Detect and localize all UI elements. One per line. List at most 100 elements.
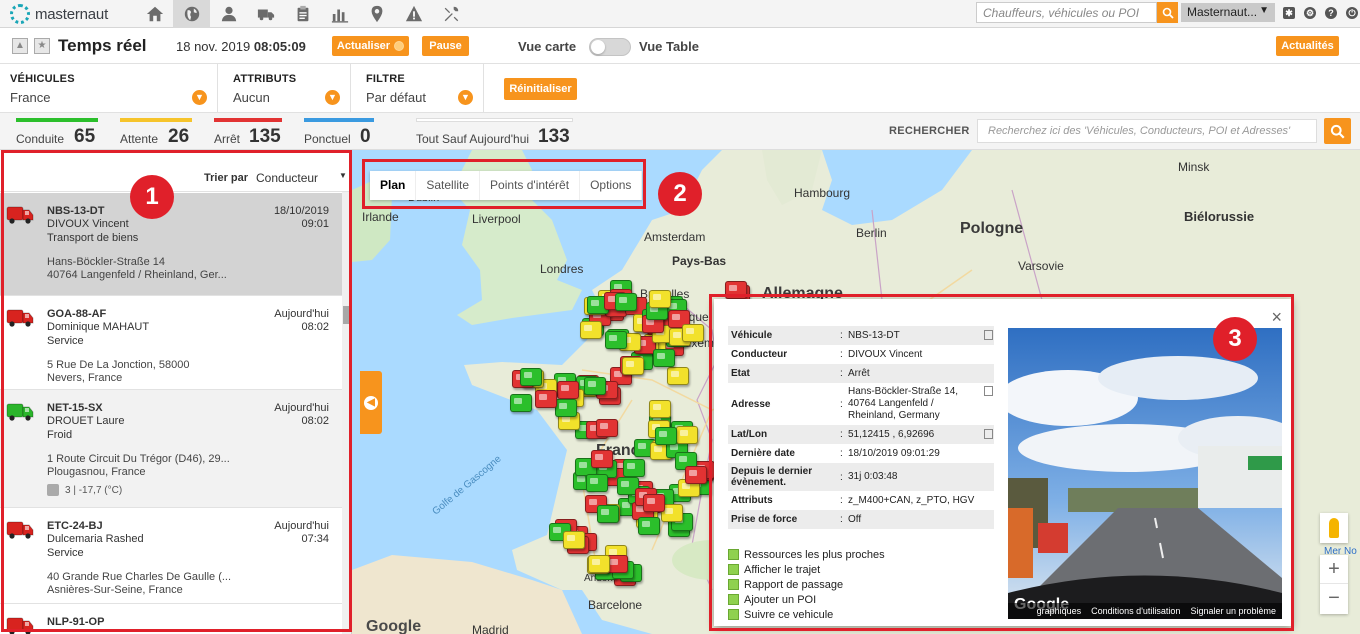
home-icon[interactable] xyxy=(136,0,173,28)
vehicle-marker[interactable] xyxy=(509,394,532,413)
refresh-button[interactable]: Actualiser xyxy=(332,36,409,56)
vehicle-marker[interactable] xyxy=(623,459,646,478)
vehicle-marker[interactable] xyxy=(652,348,675,367)
map-label: Berlin xyxy=(856,226,887,240)
puzzle-icon[interactable]: ✱ xyxy=(1283,7,1295,19)
news-button[interactable]: Actualités xyxy=(1276,36,1339,56)
vehicles-filter-label: VÉHICULES xyxy=(10,73,75,85)
reset-button[interactable]: Réinitialiser xyxy=(504,78,577,100)
status-all-except-today[interactable]: Tout Sauf Aujourd'hui 133 xyxy=(416,118,573,147)
map-label: Pays-Bas xyxy=(672,254,727,268)
vehicle-marker[interactable] xyxy=(675,426,698,445)
map-pin-icon[interactable] xyxy=(358,0,395,28)
page-time: 08:05:09 xyxy=(253,39,306,54)
truck-icon[interactable] xyxy=(247,0,284,28)
status-driving[interactable]: Conduite 65 xyxy=(16,118,98,147)
search-input[interactable]: Recherchez ici des 'Véhicules, Conducteu… xyxy=(977,119,1317,143)
page-title: Temps réel xyxy=(58,36,147,55)
status-driving-count: 65 xyxy=(74,126,96,147)
globe-icon[interactable] xyxy=(173,0,210,28)
collapse-list-button[interactable]: ◀ xyxy=(360,371,382,434)
vehicles-filter-value: France xyxy=(10,90,51,105)
vehicle-marker[interactable] xyxy=(606,555,629,574)
search-icon xyxy=(1330,124,1345,139)
status-waiting-label: Attente xyxy=(120,132,159,146)
status-driving-label: Conduite xyxy=(16,132,65,146)
vehicle-marker[interactable] xyxy=(649,399,672,418)
chevron-down-icon: ▼ xyxy=(192,90,207,105)
google-watermark: Google xyxy=(366,618,422,634)
map-label: Londres xyxy=(540,262,584,276)
vehicle-marker[interactable] xyxy=(534,389,557,408)
vehicle-marker[interactable] xyxy=(637,517,660,536)
vehicle-marker[interactable] xyxy=(595,419,618,438)
vehicle-marker[interactable] xyxy=(654,427,677,446)
status-stopped-bar xyxy=(214,118,282,122)
global-search-input[interactable]: Chauffeurs, véhicules ou POI xyxy=(976,2,1157,23)
vehicle-marker[interactable] xyxy=(615,292,638,311)
help-icon[interactable]: ? xyxy=(1325,7,1337,19)
zoom-out-button[interactable]: − xyxy=(1320,584,1348,613)
attributes-filter[interactable]: ATTRIBUTS Aucun ▼ xyxy=(218,64,351,113)
map-label: Amsterdam xyxy=(644,230,706,244)
attributes-filter-label: ATTRIBUTS xyxy=(233,73,297,85)
map-label: Liverpool xyxy=(472,212,521,226)
pegman-icon xyxy=(1329,518,1339,538)
warning-icon[interactable] xyxy=(395,0,432,28)
pause-button[interactable]: Pause xyxy=(422,36,469,56)
view-toggle[interactable] xyxy=(589,38,631,56)
filter-bar: VÉHICULES France ▼ ATTRIBUTS Aucun ▼ FIL… xyxy=(0,64,1360,113)
user-icon[interactable] xyxy=(210,0,247,28)
view-map-label: Vue carte xyxy=(518,39,577,54)
settings-icon[interactable]: ⚙ xyxy=(1304,7,1316,19)
status-stopped-count: 135 xyxy=(249,126,281,147)
vehicle-marker[interactable] xyxy=(520,368,543,387)
status-punctual[interactable]: Ponctuel 0 xyxy=(304,118,374,147)
vehicle-marker[interactable] xyxy=(591,449,614,468)
vehicle-marker[interactable] xyxy=(562,530,585,549)
annotation-marker-2: 2 xyxy=(658,172,702,216)
pause-label: Pause xyxy=(429,40,462,52)
status-all-except-today-bar xyxy=(416,118,573,122)
clipboard-icon[interactable] xyxy=(284,0,321,28)
zoom-in-button[interactable]: + xyxy=(1320,555,1348,584)
status-stopped[interactable]: Arrêt 135 xyxy=(214,118,282,147)
user-menu-button[interactable]: Masternaut... ▼ xyxy=(1181,3,1275,22)
collapse-up-button[interactable]: ▲ xyxy=(12,38,28,54)
page-header: ▲ ★ Temps réel 18 nov. 2019 08:05:09 Act… xyxy=(0,28,1360,64)
utility-icons: ✱ ⚙ ? ⏻ xyxy=(1283,7,1358,19)
vehicle-marker[interactable] xyxy=(685,466,708,485)
zoom-control: + − xyxy=(1320,555,1348,614)
vehicle-marker[interactable] xyxy=(555,398,578,417)
vehicle-marker[interactable] xyxy=(583,376,606,395)
top-navigation: masternaut Chauffeurs, véhicules ou POI … xyxy=(0,0,1360,28)
vehicle-marker[interactable] xyxy=(642,493,665,512)
vehicle-marker[interactable] xyxy=(596,505,619,524)
vehicle-marker[interactable] xyxy=(648,290,671,309)
search-button[interactable] xyxy=(1324,118,1351,144)
status-all-except-today-count: 133 xyxy=(538,126,570,147)
vehicle-marker[interactable] xyxy=(622,357,645,376)
global-search-button[interactable] xyxy=(1157,2,1178,23)
status-punctual-count: 0 xyxy=(360,126,371,147)
tools-icon[interactable] xyxy=(432,0,469,28)
vehicle-marker[interactable] xyxy=(580,321,603,340)
status-waiting[interactable]: Attente 26 xyxy=(120,118,192,147)
vehicle-marker[interactable] xyxy=(556,381,579,400)
street-view-pegman[interactable] xyxy=(1320,513,1348,543)
masternaut-logo[interactable]: masternaut xyxy=(10,4,108,24)
vehicle-marker[interactable] xyxy=(587,555,610,574)
bar-chart-icon[interactable] xyxy=(321,0,358,28)
vehicle-marker[interactable] xyxy=(605,331,628,350)
filter-preset[interactable]: FILTRE Par défaut ▼ xyxy=(351,64,484,113)
power-icon[interactable]: ⏻ xyxy=(1346,7,1358,19)
map-label: Madrid xyxy=(472,623,509,634)
vehicle-marker[interactable] xyxy=(666,367,689,386)
vehicle-marker[interactable] xyxy=(586,473,609,492)
page-date: 18 nov. 2019 xyxy=(176,39,251,54)
favorite-star-button[interactable]: ★ xyxy=(34,38,50,54)
vehicle-marker[interactable] xyxy=(681,323,704,342)
main-nav-icons xyxy=(136,0,469,28)
vehicles-filter[interactable]: VÉHICULES France ▼ xyxy=(0,64,218,113)
status-waiting-bar xyxy=(120,118,192,122)
